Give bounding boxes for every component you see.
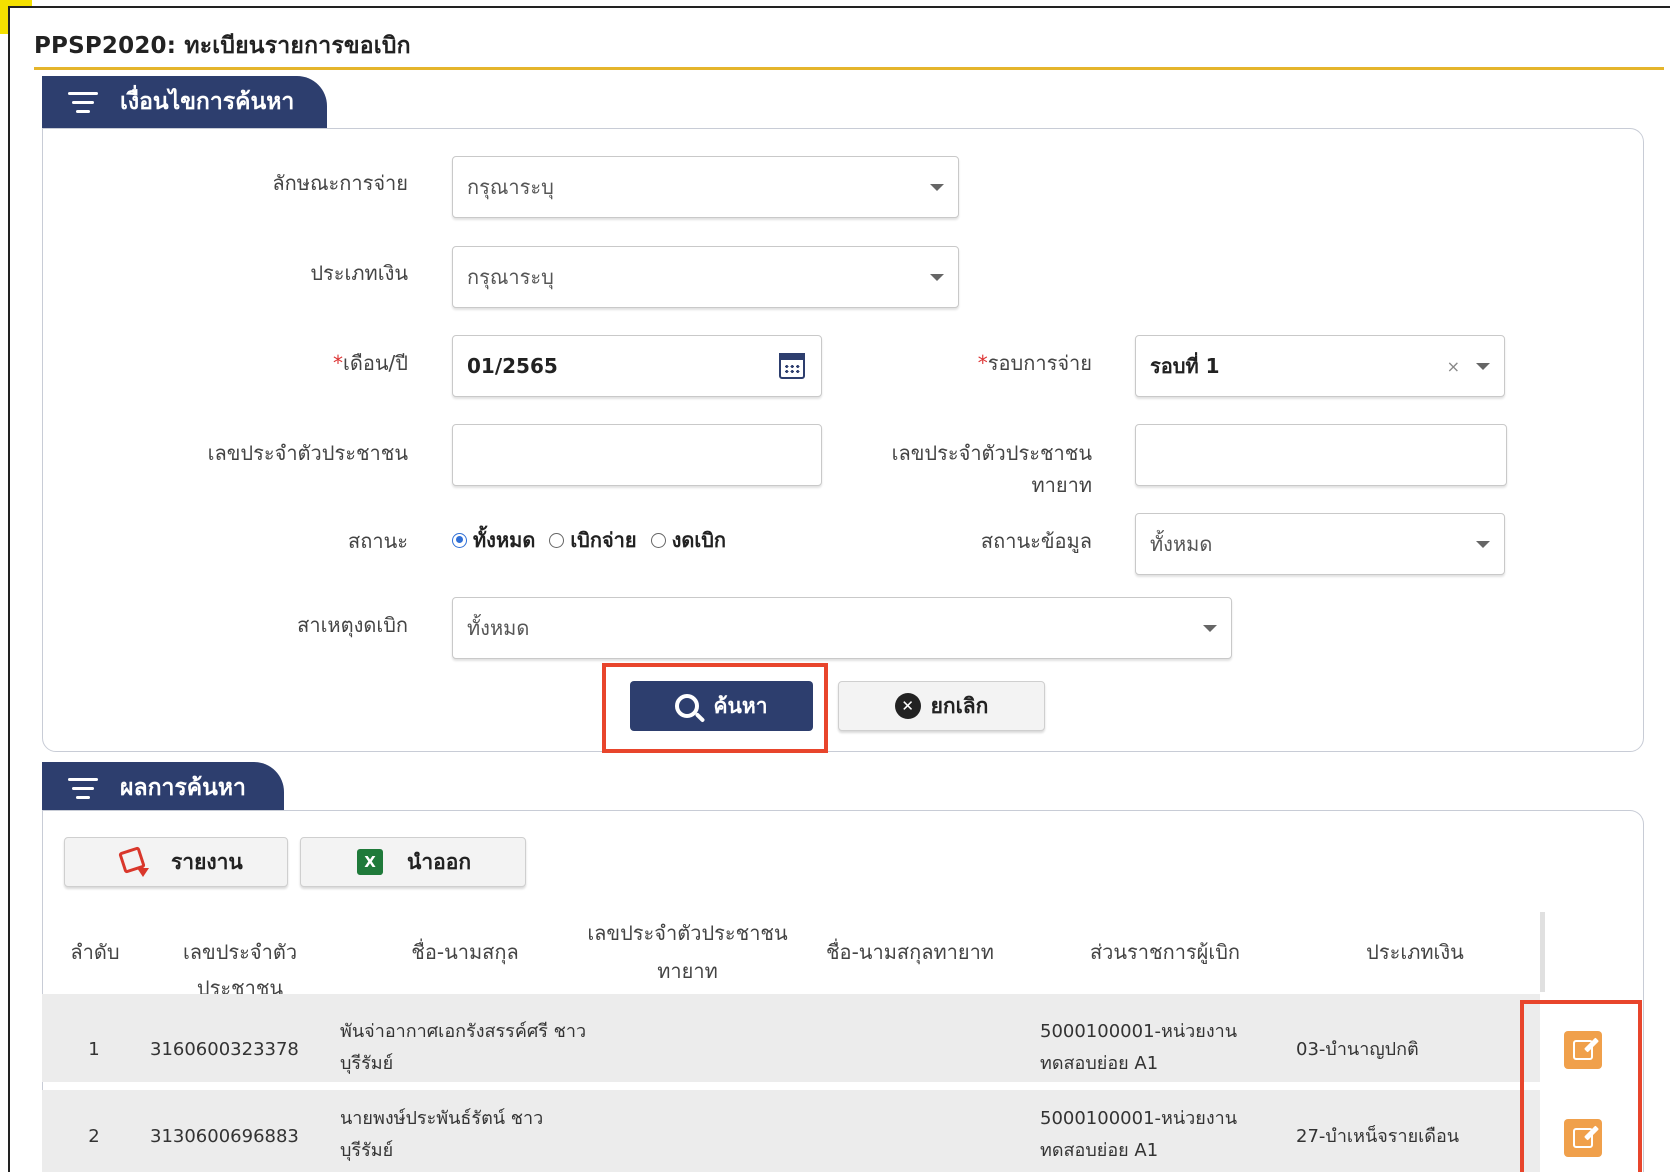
- chevron-down-icon: [1476, 362, 1490, 370]
- excel-icon: X: [357, 849, 383, 875]
- chevron-down-icon: [930, 183, 944, 191]
- column-header-heir-id-line2: ทายาท: [657, 959, 718, 983]
- month-year-label: *เดือน/ปี: [180, 347, 408, 379]
- required-mark: *: [333, 351, 344, 375]
- stop-reason-value: ทั้งหมด: [467, 616, 530, 640]
- required-mark: *: [977, 351, 988, 375]
- row-citizen-id: 3130600696883: [150, 1126, 299, 1147]
- month-year-label-text: เดือน/ปี: [343, 351, 408, 375]
- row-agency-line1: 5000100001-หน่วยงาน: [1040, 1108, 1238, 1129]
- column-header-money-type: ประเภทเงิน: [1366, 940, 1464, 964]
- row-agency-line2: ทดสอบย่อย A1: [1040, 1053, 1159, 1074]
- column-header-agency: ส่วนราชการผู้เบิก: [1089, 940, 1241, 964]
- row-name-line2: บุรีรัมย์: [340, 1140, 394, 1161]
- search-button[interactable]: ค้นหา: [630, 681, 813, 731]
- row-agency: 5000100001-หน่วยงาน ทดสอบย่อย A1: [1040, 1103, 1237, 1167]
- payment-nature-label: ลักษณะการจ่าย: [272, 171, 408, 195]
- month-year-input[interactable]: 01/2565: [452, 335, 822, 397]
- page-title: PPSP2020: ทะเบียนรายการขอเบิก: [34, 33, 411, 59]
- results-title: ผลการค้นหา: [120, 775, 246, 801]
- edit-button[interactable]: [1564, 1119, 1602, 1157]
- month-year-value: 01/2565: [467, 354, 558, 378]
- row-money-type: 03-บำนาญปกติ: [1296, 1039, 1419, 1060]
- column-header-heir-id: เลขประจำตัวประชาชน ทายาท: [580, 914, 795, 990]
- status-radio-suspend[interactable]: งดเบิก: [650, 524, 727, 556]
- row-agency: 5000100001-หน่วยงาน ทดสอบย่อย A1: [1040, 1016, 1237, 1080]
- chevron-down-icon: [930, 273, 944, 281]
- pdf-icon: [117, 846, 151, 877]
- column-header-seq: ลำดับ: [70, 940, 120, 964]
- status-radio-disburse[interactable]: เบิกจ่าย: [549, 524, 637, 556]
- status-option-label: ทั้งหมด: [473, 528, 536, 552]
- edit-icon: [1573, 1125, 1599, 1148]
- payment-nature-value: กรุณาระบุ: [467, 175, 554, 199]
- row-seq: 2: [88, 1126, 100, 1147]
- search-conditions-tab: เงื่อนไขการค้นหา: [42, 76, 327, 128]
- heir-citizen-id-input[interactable]: [1135, 424, 1507, 486]
- row-name-line1: นายพงษ์ประพันธ์รัตน์ ชาว: [340, 1108, 544, 1129]
- payment-round-value: รอบที่ 1: [1150, 354, 1220, 378]
- search-button-label: ค้นหา: [713, 693, 768, 718]
- export-button-label: นำออก: [407, 849, 472, 874]
- money-type-select[interactable]: กรุณาระบุ: [452, 246, 959, 308]
- citizen-id-input[interactable]: [452, 424, 822, 486]
- data-status-label: สถานะข้อมูล: [980, 529, 1092, 553]
- radio-icon: [650, 532, 666, 548]
- report-button[interactable]: รายงาน: [64, 837, 288, 887]
- status-option-label: งดเบิก: [671, 528, 727, 552]
- row-money-type: 27-บำเหน็จรายเดือน: [1296, 1126, 1460, 1147]
- cancel-button[interactable]: ✕ ยกเลิก: [838, 681, 1045, 731]
- row-seq: 1: [88, 1039, 100, 1060]
- column-header-heir-id-line1: เลขประจำตัวประชาชน: [587, 921, 788, 945]
- data-status-value: ทั้งหมด: [1150, 532, 1213, 556]
- stop-reason-label: สาเหตุงดเบิก: [297, 613, 408, 637]
- payment-nature-select[interactable]: กรุณาระบุ: [452, 156, 959, 218]
- title-divider: [34, 67, 1664, 70]
- search-conditions-title: เงื่อนไขการค้นหา: [120, 89, 295, 115]
- status-radio-group: ทั้งหมด เบิกจ่าย งดเบิก: [452, 524, 740, 556]
- payment-round-select[interactable]: รอบที่ 1 ×: [1135, 335, 1505, 397]
- status-option-label: เบิกจ่าย: [570, 528, 637, 552]
- filter-icon: [68, 775, 98, 801]
- status-radio-all[interactable]: ทั้งหมด: [452, 524, 535, 556]
- clear-icon[interactable]: ×: [1447, 357, 1460, 376]
- edit-button[interactable]: [1564, 1031, 1602, 1069]
- radio-icon: [549, 532, 565, 548]
- row-name-line1: พันจ่าอากาศเอกรังสรรค์ศรี ชาว: [340, 1021, 587, 1042]
- money-type-value: กรุณาระบุ: [467, 265, 554, 289]
- edit-icon: [1573, 1037, 1599, 1060]
- data-status-select[interactable]: ทั้งหมด: [1135, 513, 1505, 575]
- row-name-line2: บุรีรัมย์: [340, 1053, 394, 1074]
- stop-reason-select[interactable]: ทั้งหมด: [452, 597, 1232, 659]
- money-type-label: ประเภทเงิน: [310, 261, 408, 285]
- chevron-down-icon: [1476, 540, 1490, 548]
- column-divider: [1540, 912, 1545, 992]
- row-citizen-id: 3160600323378: [150, 1039, 299, 1060]
- row-agency-line1: 5000100001-หน่วยงาน: [1040, 1021, 1238, 1042]
- row-name: พันจ่าอากาศเอกรังสรรค์ศรี ชาว บุรีรัมย์: [340, 1016, 586, 1080]
- payment-round-label: *รอบการจ่าย: [870, 347, 1092, 379]
- export-button[interactable]: X นำออก: [300, 837, 526, 887]
- payment-round-label-text: รอบการจ่าย: [987, 351, 1092, 375]
- heir-citizen-id-label: เลขประจำตัวประชาชนทายาท: [891, 441, 1092, 497]
- radio-selected-icon: [452, 532, 467, 548]
- cancel-button-label: ยกเลิก: [930, 693, 989, 718]
- column-header-name: ชื่อ-นามสกุล: [411, 940, 519, 964]
- chevron-down-icon: [1203, 624, 1217, 632]
- search-icon: [675, 694, 700, 718]
- citizen-id-label: เลขประจำตัวประชาชน: [207, 441, 408, 465]
- row-agency-line2: ทดสอบย่อย A1: [1040, 1140, 1159, 1161]
- row-name: นายพงษ์ประพันธ์รัตน์ ชาว บุรีรัมย์: [340, 1103, 543, 1167]
- column-header-heir-name: ชื่อ-นามสกุลทายาท: [825, 940, 994, 964]
- results-tab: ผลการค้นหา: [42, 762, 284, 814]
- close-circle-icon: ✕: [894, 693, 921, 719]
- calendar-icon[interactable]: [779, 353, 805, 379]
- report-button-label: รายงาน: [171, 849, 243, 874]
- filter-icon: [68, 89, 98, 115]
- status-label: สถานะ: [348, 529, 408, 553]
